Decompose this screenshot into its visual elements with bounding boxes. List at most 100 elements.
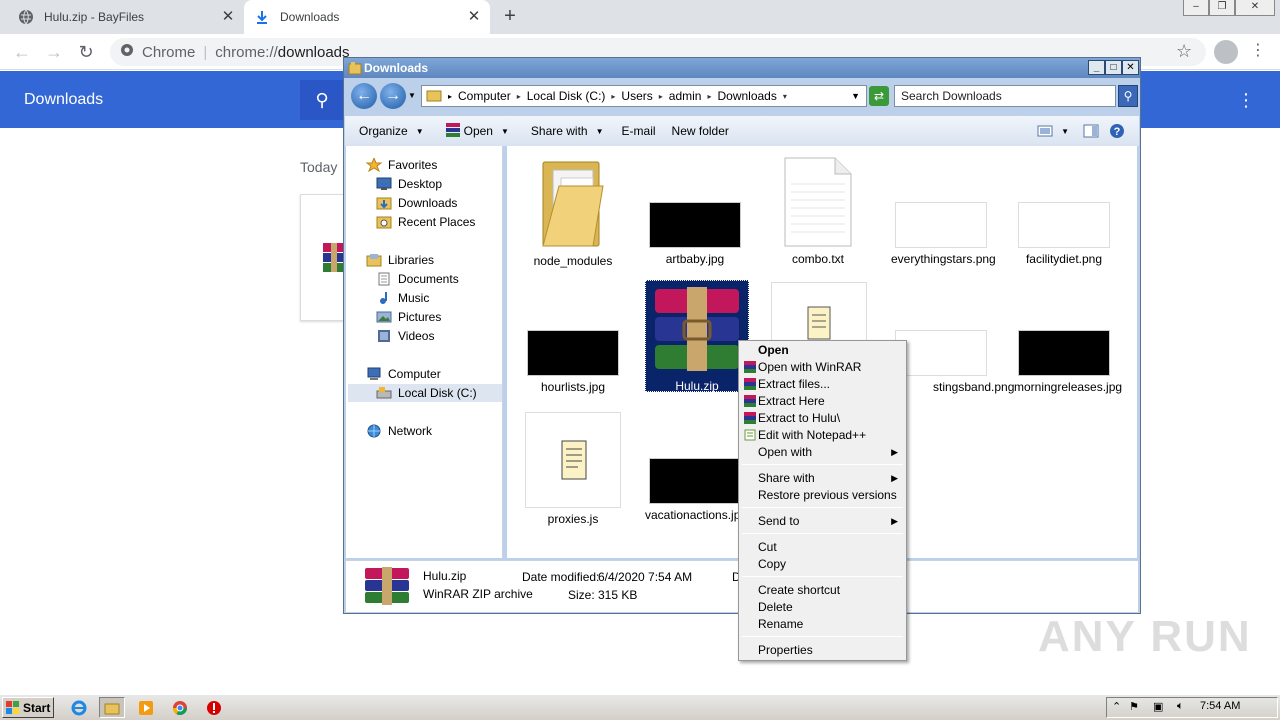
menu-edit-notepad[interactable]: Edit with Notepad++ [741, 427, 904, 444]
chrome-menu-icon[interactable]: ⋮ [1250, 40, 1266, 60]
breadcrumb-computer[interactable]: Computer ▸ [458, 89, 521, 103]
profile-avatar-icon[interactable] [1214, 40, 1238, 64]
forward-icon[interactable]: → [42, 40, 66, 64]
file-morningreleases-jpg[interactable]: morningreleases.jpg [1014, 284, 1122, 394]
breadcrumb-local-disk[interactable]: Local Disk (C:) ▸ [527, 89, 616, 103]
reload-icon[interactable]: ↻ [74, 40, 98, 64]
nav-documents[interactable]: Documents [376, 270, 459, 288]
menu-rename[interactable]: Rename [741, 616, 904, 633]
nav-music[interactable]: Music [376, 289, 429, 307]
nav-network[interactable]: Network [366, 422, 432, 440]
stop-sign-icon[interactable] [201, 697, 227, 718]
share-with-button[interactable]: Share with ▼ [531, 124, 604, 138]
menu-delete[interactable]: Delete [741, 599, 904, 616]
refresh-icon[interactable]: ⇄ [869, 86, 889, 106]
explorer-forward-icon[interactable]: → [380, 83, 406, 109]
close-tab-icon[interactable]: ✕ [466, 9, 482, 25]
volume-icon[interactable]: 🔈︎ [1177, 700, 1184, 713]
nav-local-disk[interactable]: Local Disk (C:) [348, 384, 502, 402]
file-combo-txt[interactable]: combo.txt [768, 156, 868, 266]
menu-open-with-winrar[interactable]: Open with WinRAR [741, 359, 904, 376]
network-tray-icon[interactable]: ▣ [1153, 700, 1163, 713]
menu-copy[interactable]: Copy [741, 556, 904, 573]
restore-button[interactable]: ❐ [1209, 0, 1235, 16]
address-chevron-icon[interactable]: ▸ [448, 92, 452, 101]
file-artbaby-jpg[interactable]: artbaby.jpg [645, 156, 745, 266]
details-size-value: 315 KB [598, 588, 638, 602]
tab-downloads[interactable]: Downloads ✕ [244, 0, 490, 34]
new-folder-button[interactable]: New folder [672, 124, 729, 138]
nav-recent-places[interactable]: Recent Places [376, 213, 475, 231]
details-modified-value: 6/4/2020 7:54 AM [598, 570, 693, 584]
svg-text:?: ? [1114, 126, 1121, 138]
file-hulu-zip[interactable]: Hulu.zip [645, 280, 749, 393]
search-input[interactable]: Search Downloads [894, 85, 1116, 107]
winrar-icon [744, 378, 756, 390]
menu-create-shortcut[interactable]: Create shortcut [741, 582, 904, 599]
menu-send-to[interactable]: Send to ▶ [741, 513, 904, 530]
details-size-label: Size: [568, 588, 595, 602]
file-node-modules[interactable]: node_modules [523, 156, 623, 268]
image-thumbnail [649, 458, 741, 504]
menu-extract-here[interactable]: Extract Here [741, 393, 904, 410]
address-dropdown-icon[interactable]: ▼ [851, 91, 860, 101]
menu-extract-files[interactable]: Extract files... [741, 376, 904, 393]
media-player-icon[interactable] [133, 697, 159, 718]
menu-share-with[interactable]: Share with ▶ [741, 470, 904, 487]
minimize-button[interactable]: – [1183, 0, 1209, 16]
explorer-taskbar-icon[interactable] [99, 697, 125, 718]
tab-title: Downloads [280, 10, 340, 24]
nav-libraries[interactable]: Libraries [366, 251, 434, 269]
downloads-search-icon[interactable]: ⚲ [300, 80, 344, 120]
file-everythingstars-png[interactable]: everythingstars.png [891, 156, 996, 266]
action-center-flag-icon[interactable]: ⚑ [1129, 700, 1139, 713]
nav-videos[interactable]: Videos [376, 327, 434, 345]
start-button[interactable]: Start [2, 697, 54, 718]
open-button[interactable]: Open ▼ [445, 122, 509, 140]
breadcrumb-admin[interactable]: admin ▸ [669, 89, 712, 103]
nav-computer[interactable]: Computer [366, 365, 441, 383]
new-tab-button[interactable]: + [498, 5, 522, 29]
tab-bayfiles[interactable]: Hulu.zip - BayFiles ✕ [8, 0, 244, 34]
file-script-item[interactable] [769, 282, 869, 346]
explorer-minimize-button[interactable]: _ [1088, 60, 1105, 75]
help-icon[interactable]: ? [1109, 123, 1125, 139]
back-icon[interactable]: ← [10, 40, 34, 64]
file-vacationactions-jpg[interactable]: vacationactions.jpg [645, 412, 747, 522]
preview-pane-icon[interactable] [1083, 124, 1099, 138]
explorer-back-icon[interactable]: ← [351, 83, 377, 109]
explorer-close-button[interactable]: ✕ [1122, 60, 1139, 75]
chrome-taskbar-icon[interactable] [167, 697, 193, 718]
close-tab-icon[interactable]: ✕ [220, 9, 236, 25]
breadcrumb-downloads[interactable]: Downloads ▾ [717, 89, 786, 103]
menu-restore-previous[interactable]: Restore previous versions [741, 487, 904, 504]
file-proxies-js[interactable]: proxies.js [523, 412, 623, 526]
explorer-maximize-button[interactable]: □ [1105, 60, 1122, 75]
explorer-titlebar[interactable]: Downloads [344, 58, 1140, 78]
close-window-button[interactable]: ✕ [1235, 0, 1275, 16]
file-facilitydiet-png[interactable]: facilitydiet.png [1014, 156, 1114, 266]
taskbar-clock[interactable]: 7:54 AM [1200, 700, 1240, 712]
menu-extract-to[interactable]: Extract to Hulu\ [741, 410, 904, 427]
email-button[interactable]: E-mail [622, 124, 656, 138]
breadcrumb-users[interactable]: Users ▸ [621, 89, 662, 103]
organize-button[interactable]: Organize ▼ [359, 124, 424, 138]
pictures-icon [376, 310, 392, 324]
menu-open[interactable]: Open [741, 342, 904, 359]
address-bar[interactable]: ▸ Computer ▸ Local Disk (C:) ▸ Users ▸ admi… [421, 85, 867, 107]
bookmark-star-icon[interactable]: ☆ [1176, 41, 1192, 62]
tray-expand-icon[interactable]: ⌃ [1112, 700, 1121, 713]
view-options-icon[interactable]: ▼ [1037, 124, 1069, 138]
recent-pages-chevron-icon[interactable]: ▼ [408, 91, 416, 100]
menu-cut[interactable]: Cut [741, 539, 904, 556]
nav-desktop[interactable]: Desktop [376, 175, 442, 193]
menu-properties[interactable]: Properties [741, 642, 904, 659]
file-hourlists-jpg[interactable]: hourlists.jpg [523, 284, 623, 394]
menu-open-with[interactable]: Open with ▶ [741, 444, 904, 461]
nav-downloads[interactable]: Downloads [376, 194, 457, 212]
internet-explorer-icon[interactable] [66, 697, 92, 718]
nav-favorites[interactable]: Favorites [365, 156, 437, 174]
downloads-menu-icon[interactable]: ⋮ [1236, 88, 1256, 112]
nav-pictures[interactable]: Pictures [376, 308, 441, 326]
search-icon[interactable]: ⚲ [1118, 85, 1138, 107]
